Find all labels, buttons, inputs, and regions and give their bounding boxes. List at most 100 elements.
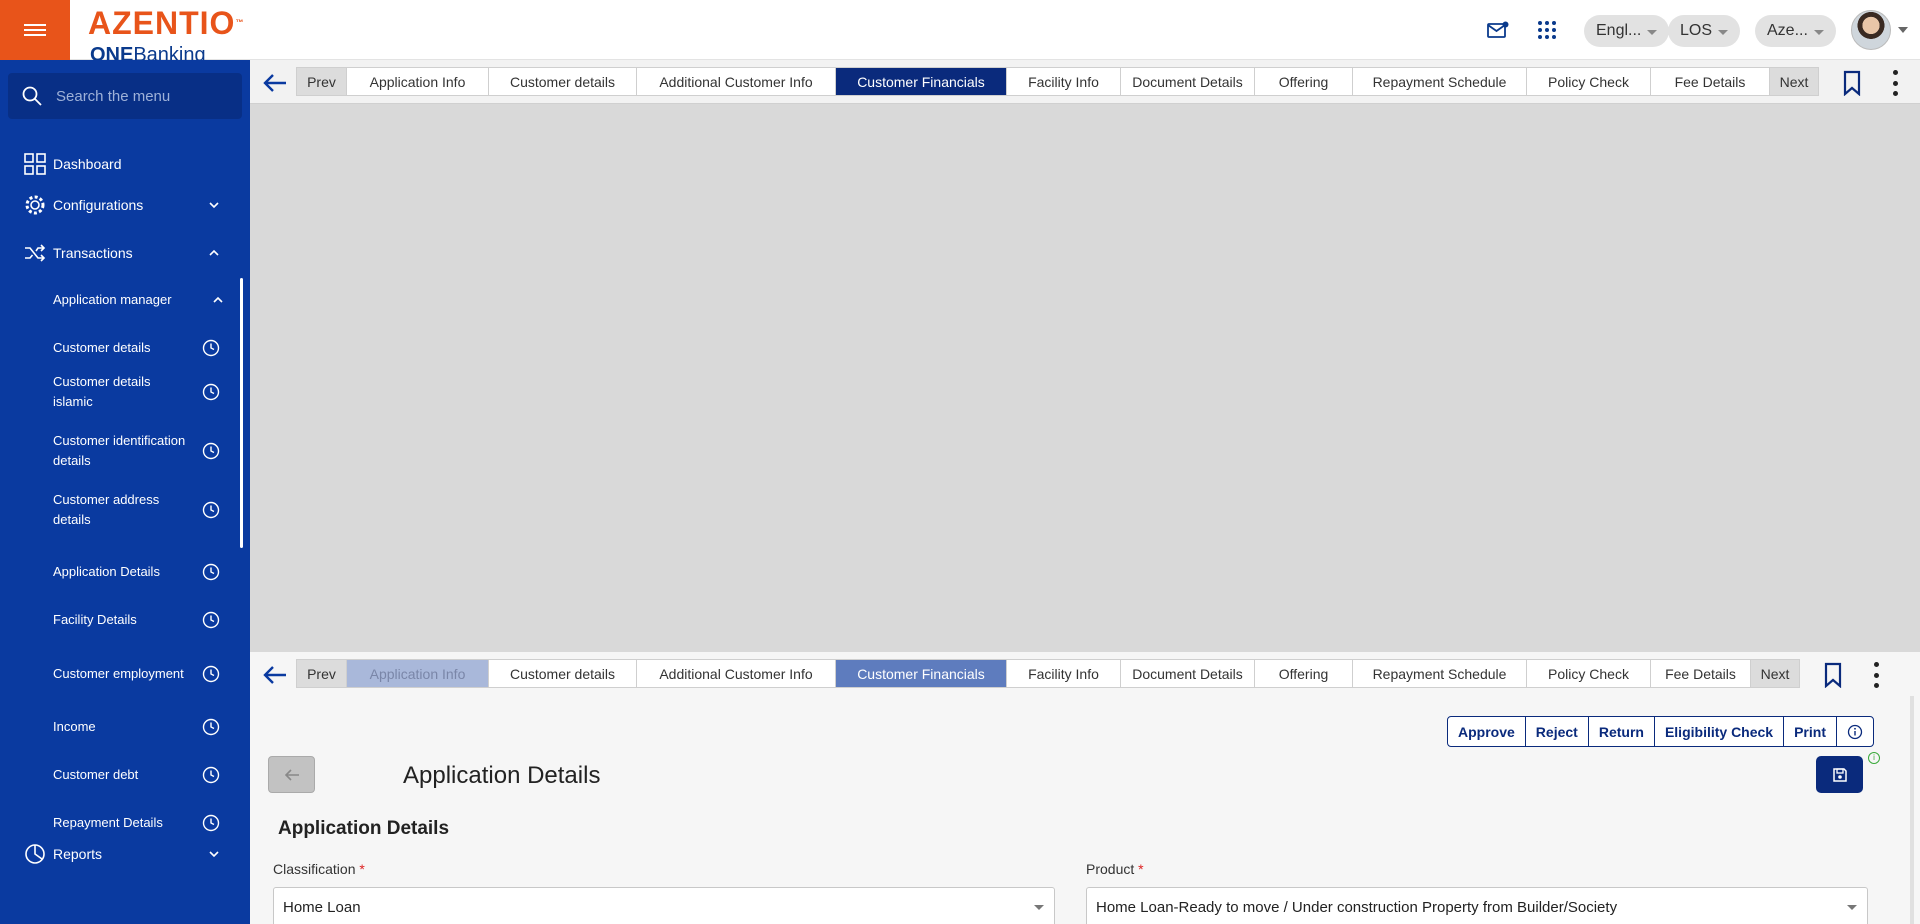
sidebar-item-reports[interactable]: Reports (0, 836, 250, 872)
sidebar-item-application-details[interactable]: Application Details (0, 554, 250, 590)
clock-icon (202, 442, 220, 460)
clock-icon (202, 563, 220, 581)
gear-icon (24, 194, 46, 216)
back-arrow-icon[interactable] (262, 664, 288, 686)
application-details-panel: Approve Reject Return Eligibility Check … (250, 696, 1920, 924)
tab-policy-check[interactable]: Policy Check (1527, 660, 1651, 687)
chevron-down-icon (1847, 905, 1857, 910)
back-arrow-icon[interactable] (262, 72, 288, 94)
pie-chart-icon (24, 843, 46, 865)
tab-additional-customer-info[interactable]: Additional Customer Info (637, 68, 836, 95)
section-title: Application Details (278, 818, 450, 839)
info-button[interactable] (1837, 717, 1873, 746)
print-button[interactable]: Print (1784, 717, 1837, 746)
sidebar-item-customer-employment[interactable]: Customer employment (0, 647, 250, 701)
module-select[interactable]: LOS (1668, 15, 1741, 47)
chevron-down-icon (209, 851, 219, 858)
bookmark-icon[interactable] (1842, 70, 1862, 96)
chevron-down-icon (1034, 905, 1044, 910)
tab-next[interactable]: Next (1770, 68, 1818, 95)
panel-scrollbar[interactable] (1910, 696, 1914, 924)
top-tab-bar: Prev Application Info Customer details A… (250, 60, 1920, 104)
logo: AZENTIO™ ONEBanking (88, 6, 245, 60)
search-input[interactable] (56, 87, 226, 105)
tab-application-info[interactable]: Application Info (347, 660, 489, 687)
sidebar-item-customer-address-details[interactable]: Customer address details (0, 483, 250, 537)
clock-icon (202, 665, 220, 683)
page-title: Application Details (403, 762, 601, 789)
tab-policy-check[interactable]: Policy Check (1527, 68, 1651, 95)
tab-facility-info[interactable]: Facility Info (1007, 68, 1121, 95)
sidebar-item-transactions[interactable]: Transactions (0, 235, 250, 271)
reject-button[interactable]: Reject (1526, 717, 1589, 746)
tab-facility-info[interactable]: Facility Info (1007, 660, 1121, 687)
shuffle-icon (24, 242, 46, 264)
sidebar-item-application-manager[interactable]: Application manager (0, 282, 250, 318)
chevron-down-icon[interactable] (1898, 27, 1908, 33)
classification-select[interactable]: Home Loan (273, 887, 1055, 924)
tab-customer-financials[interactable]: Customer Financials (836, 660, 1007, 687)
tab-fee-details[interactable]: Fee Details (1651, 660, 1751, 687)
entity-select[interactable]: Aze... (1755, 15, 1836, 47)
classification-label: Classification * (273, 861, 365, 877)
sidebar-item-dashboard[interactable]: Dashboard (0, 146, 250, 182)
sidebar-item-configurations[interactable]: Configurations (0, 187, 250, 223)
chevron-down-icon (1647, 29, 1658, 35)
clock-icon (202, 339, 220, 357)
mail-icon[interactable] (1484, 16, 1512, 44)
save-button[interactable] (1816, 756, 1863, 793)
tab-document-details[interactable]: Document Details (1121, 660, 1255, 687)
tab-repayment-schedule[interactable]: Repayment Schedule (1353, 660, 1527, 687)
form-back-button[interactable] (268, 756, 315, 793)
tab-fee-details[interactable]: Fee Details (1651, 68, 1770, 95)
search-icon (22, 86, 42, 106)
tab-offering[interactable]: Offering (1255, 660, 1353, 687)
clock-icon (202, 814, 220, 832)
sidebar-item-income[interactable]: Income (0, 709, 250, 745)
tab-offering[interactable]: Offering (1255, 68, 1353, 95)
sidebar-item-customer-details[interactable]: Customer details (0, 330, 250, 366)
sidebar: Dashboard Configurations Transactions Ap… (0, 60, 250, 924)
return-button[interactable]: Return (1589, 717, 1655, 746)
status-info-icon: i (1868, 752, 1880, 764)
sidebar-item-customer-identification-details[interactable]: Customer identification details (0, 424, 250, 478)
chevron-down-icon (1813, 29, 1824, 35)
more-options-icon[interactable] (1891, 70, 1899, 96)
menu-icon (24, 21, 46, 39)
action-button-group: Approve Reject Return Eligibility Check … (1447, 716, 1874, 747)
tab-additional-customer-info[interactable]: Additional Customer Info (637, 660, 836, 687)
menu-toggle-button[interactable] (0, 0, 70, 60)
sidebar-item-customer-debt[interactable]: Customer debt (0, 757, 250, 793)
top-header: AZENTIO™ ONEBanking Engl... LOS Aze... (0, 0, 1920, 60)
info-icon (1847, 724, 1863, 739)
apps-grid-icon[interactable] (1533, 16, 1561, 44)
tab-next[interactable]: Next (1751, 660, 1799, 687)
tab-customer-details[interactable]: Customer details (489, 660, 637, 687)
save-icon (1832, 767, 1847, 782)
chevron-down-icon (1718, 29, 1729, 35)
clock-icon (202, 501, 220, 519)
tab-prev[interactable]: Prev (297, 68, 347, 95)
eligibility-check-button[interactable]: Eligibility Check (1655, 717, 1785, 746)
tab-customer-financials[interactable]: Customer Financials (836, 68, 1007, 95)
approve-button[interactable]: Approve (1448, 717, 1526, 746)
product-select[interactable]: Home Loan-Ready to move / Under construc… (1086, 887, 1868, 924)
bottom-tab-bar: Prev Application Info Customer details A… (250, 652, 1920, 696)
tab-customer-details[interactable]: Customer details (489, 68, 637, 95)
dashboard-icon (24, 153, 46, 175)
bookmark-icon[interactable] (1823, 662, 1843, 688)
tab-repayment-schedule[interactable]: Repayment Schedule (1353, 68, 1527, 95)
product-label: Product * (1086, 861, 1144, 877)
sidebar-scrollbar[interactable] (240, 278, 243, 548)
sidebar-item-customer-details-islamic[interactable]: Customer details islamic (0, 365, 250, 419)
language-select[interactable]: Engl... (1584, 15, 1670, 47)
chevron-up-icon (213, 296, 223, 303)
tab-document-details[interactable]: Document Details (1121, 68, 1255, 95)
more-options-icon[interactable] (1872, 662, 1880, 688)
tab-prev[interactable]: Prev (297, 660, 347, 687)
avatar[interactable] (1851, 10, 1891, 50)
sidebar-item-facility-details[interactable]: Facility Details (0, 602, 250, 638)
main-content: Prev Application Info Customer details A… (250, 60, 1920, 924)
tab-application-info[interactable]: Application Info (347, 68, 489, 95)
clock-icon (202, 718, 220, 736)
